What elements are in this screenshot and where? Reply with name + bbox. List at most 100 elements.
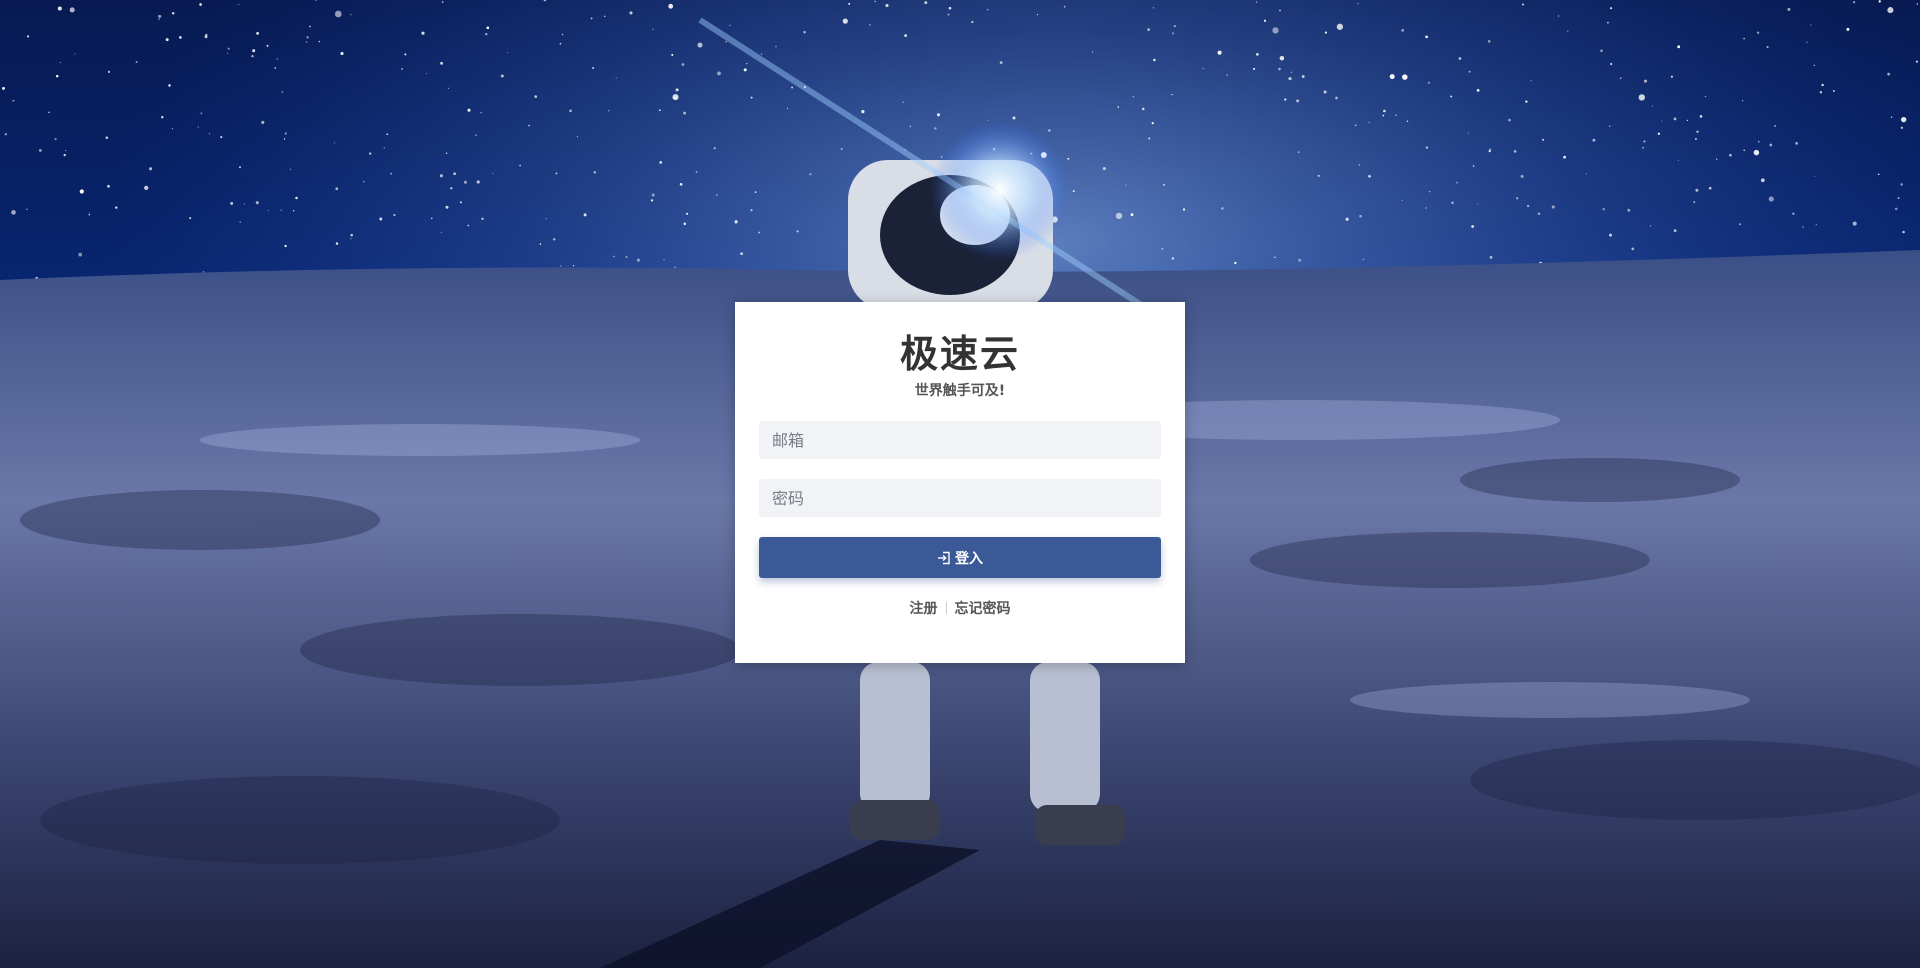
star xyxy=(335,242,339,245)
star xyxy=(205,33,208,37)
star xyxy=(613,255,615,258)
auth-links: 注册 忘记密码 xyxy=(759,598,1161,618)
star xyxy=(1147,28,1150,31)
star xyxy=(59,62,61,63)
star xyxy=(1301,75,1305,78)
star xyxy=(1609,233,1612,237)
star xyxy=(1272,27,1279,34)
star xyxy=(1117,106,1120,108)
star xyxy=(725,40,727,43)
star xyxy=(1130,213,1134,217)
star xyxy=(1456,182,1458,184)
star xyxy=(401,68,403,70)
star xyxy=(1609,125,1611,127)
star xyxy=(1677,45,1681,49)
star xyxy=(1382,114,1385,117)
star xyxy=(561,33,564,36)
star xyxy=(445,152,448,154)
star xyxy=(629,11,633,15)
star xyxy=(1279,9,1281,12)
star xyxy=(1520,174,1524,178)
star xyxy=(1335,96,1338,100)
star xyxy=(1819,91,1823,94)
star xyxy=(1743,149,1745,152)
star xyxy=(1345,217,1349,221)
star xyxy=(683,111,687,115)
star xyxy=(1471,225,1474,228)
forgot-password-link[interactable]: 忘记密码 xyxy=(955,598,1011,618)
star xyxy=(1768,196,1774,202)
star xyxy=(266,44,269,47)
star xyxy=(1686,119,1689,122)
star xyxy=(1234,261,1237,265)
star xyxy=(904,34,907,37)
star xyxy=(659,160,663,164)
star xyxy=(1900,126,1904,129)
star xyxy=(333,142,336,144)
star xyxy=(202,271,205,273)
star xyxy=(1458,57,1462,60)
star xyxy=(1368,174,1371,178)
star xyxy=(591,66,595,70)
password-field[interactable] xyxy=(759,479,1161,517)
star xyxy=(674,266,676,268)
star xyxy=(274,67,276,69)
star xyxy=(1148,137,1151,140)
star xyxy=(1357,3,1359,5)
star xyxy=(79,189,84,194)
star xyxy=(552,237,556,241)
star xyxy=(445,205,449,209)
star xyxy=(243,203,245,205)
star xyxy=(1708,186,1712,190)
star xyxy=(679,182,683,186)
star xyxy=(1036,14,1039,16)
star xyxy=(158,18,160,20)
star xyxy=(1787,7,1791,11)
star xyxy=(1670,75,1673,78)
star xyxy=(987,9,989,11)
brand-subtitle: 世界触手可及! xyxy=(914,383,1006,399)
star xyxy=(1324,31,1327,34)
login-card: 极速云 世界触手可及! 登入 注册 忘记密码 xyxy=(735,302,1185,663)
link-divider xyxy=(945,602,947,614)
star xyxy=(1323,90,1327,94)
star xyxy=(1815,224,1817,226)
star xyxy=(425,73,428,75)
star xyxy=(251,54,254,58)
star xyxy=(1161,247,1164,250)
star xyxy=(284,244,287,248)
star xyxy=(658,109,661,112)
star xyxy=(1537,212,1541,216)
star xyxy=(1887,7,1894,14)
star xyxy=(1806,41,1808,43)
star xyxy=(1643,140,1646,143)
star xyxy=(4,133,7,136)
star xyxy=(476,180,480,184)
email-field[interactable] xyxy=(759,421,1161,459)
star xyxy=(492,172,494,175)
star xyxy=(1814,175,1816,177)
star xyxy=(1406,120,1409,122)
star xyxy=(467,108,471,112)
star xyxy=(1450,95,1453,98)
star xyxy=(842,18,848,24)
star xyxy=(1115,212,1123,220)
star xyxy=(848,2,851,5)
star xyxy=(1592,138,1596,142)
star xyxy=(1425,35,1428,39)
star xyxy=(1279,55,1285,61)
star xyxy=(796,230,799,233)
star xyxy=(334,10,342,18)
star xyxy=(1916,3,1919,5)
star xyxy=(1488,150,1491,153)
star xyxy=(404,53,407,56)
login-button[interactable]: 登入 xyxy=(759,537,1161,578)
star xyxy=(1813,64,1815,67)
star xyxy=(26,208,28,210)
star xyxy=(1757,140,1760,143)
star xyxy=(534,95,538,98)
register-link[interactable]: 注册 xyxy=(910,598,938,618)
star xyxy=(740,252,744,256)
star xyxy=(350,13,352,16)
star xyxy=(1901,116,1907,123)
